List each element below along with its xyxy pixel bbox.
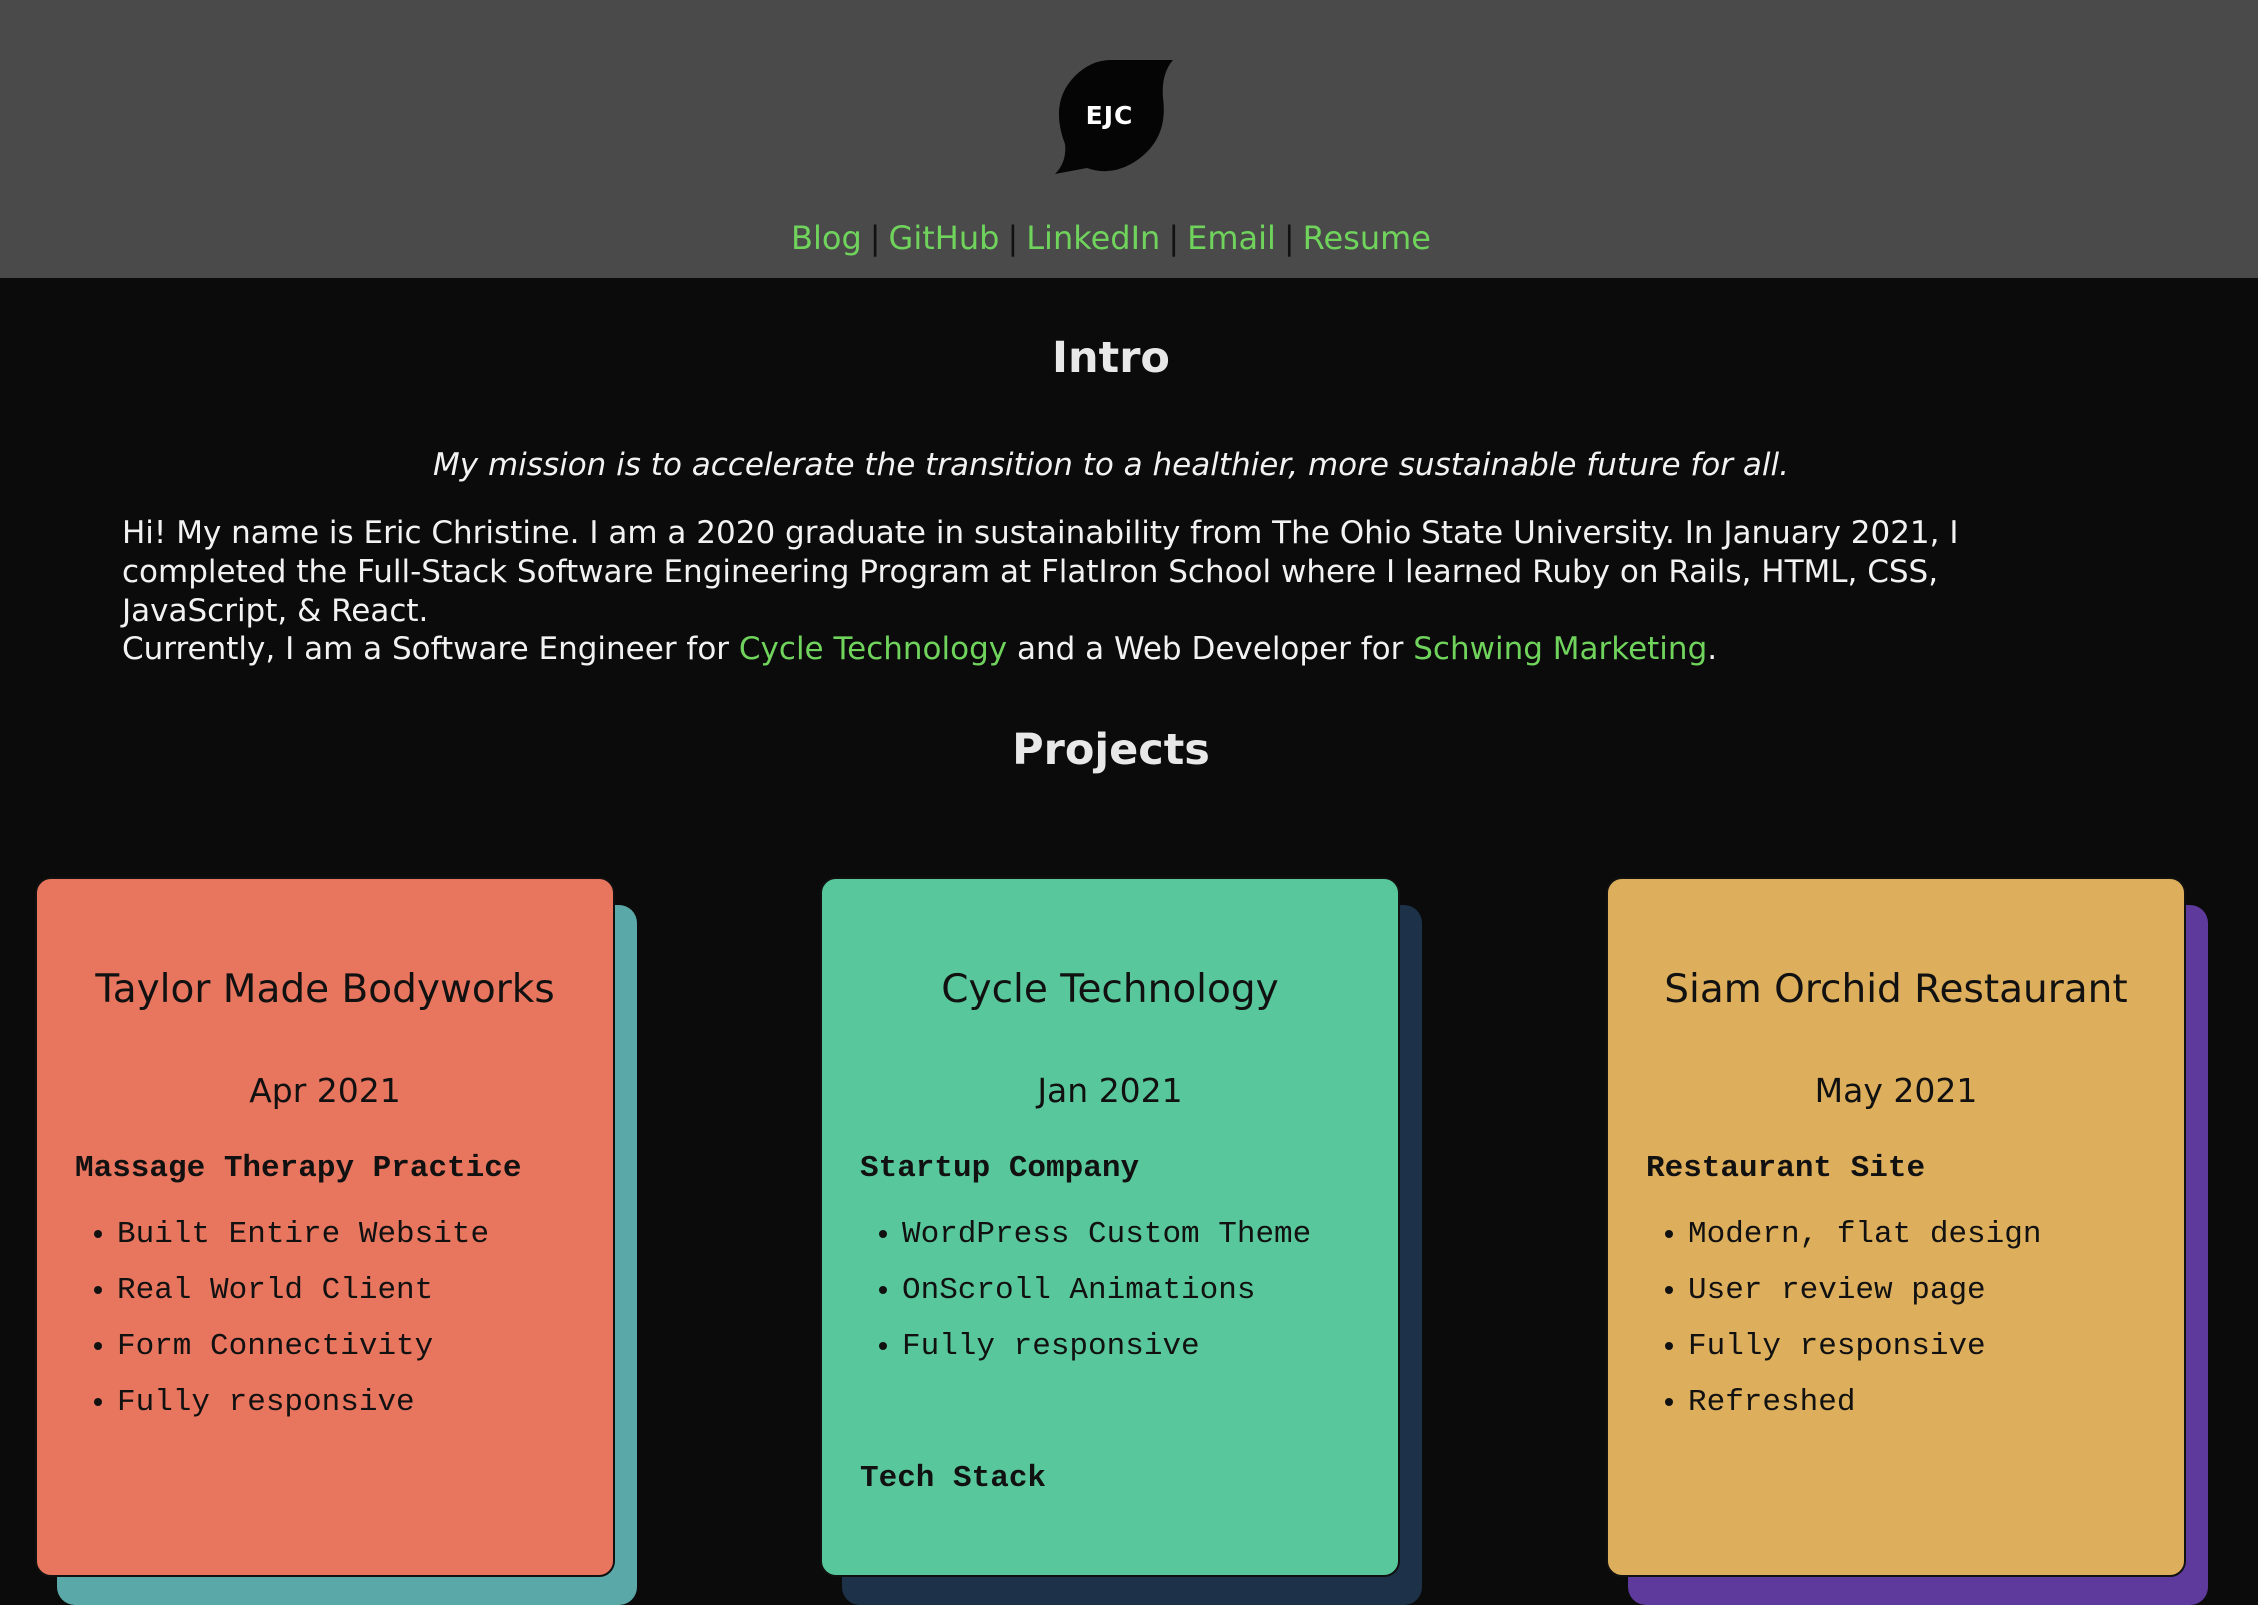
nav-link-blog[interactable]: Blog — [791, 219, 862, 257]
project-bullets: Built Entire Website Real World Client F… — [75, 1207, 489, 1431]
project-card-cycle-technology[interactable]: Cycle Technology Jan 2021 Startup Compan… — [820, 877, 1422, 1605]
project-date: May 2021 — [1814, 1071, 1978, 1110]
project-bullet: Fully responsive — [902, 1319, 1311, 1375]
nav-link-email[interactable]: Email — [1187, 219, 1276, 257]
project-bullet: Fully responsive — [117, 1375, 489, 1431]
project-title: Siam Orchid Restaurant — [1664, 967, 2128, 1012]
nav-separator: | — [1283, 219, 1295, 257]
current-roles-middle: and a Web Developer for — [1007, 631, 1414, 667]
project-bullet: Real World Client — [117, 1263, 489, 1319]
project-subtitle: Startup Company — [860, 1151, 1140, 1186]
current-roles-suffix: . — [1707, 631, 1718, 667]
project-bullet: Fully responsive — [1688, 1319, 2041, 1375]
project-title: Cycle Technology — [941, 967, 1279, 1012]
project-bullet: Refreshed — [1688, 1375, 2041, 1431]
site-header: EJC Blog | GitHub | LinkedIn | Email | Resume — [0, 0, 2258, 278]
nav-link-linkedin[interactable]: LinkedIn — [1026, 219, 1160, 257]
project-subtitle: Massage Therapy Practice — [75, 1151, 522, 1186]
card-face: Cycle Technology Jan 2021 Startup Compan… — [820, 877, 1400, 1577]
nav-link-github[interactable]: GitHub — [889, 219, 1000, 257]
intro-paragraph: Hi! My name is Eric Christine. I am a 20… — [122, 515, 1959, 629]
project-bullet: User review page — [1688, 1263, 2041, 1319]
project-date: Jan 2021 — [1037, 1071, 1183, 1110]
nav-link-resume[interactable]: Resume — [1303, 219, 1431, 257]
project-subtitle: Restaurant Site — [1646, 1151, 1926, 1186]
nav-separator: | — [869, 219, 881, 257]
schwing-marketing-link[interactable]: Schwing Marketing — [1413, 631, 1707, 667]
project-card-taylor-made[interactable]: Taylor Made Bodyworks Apr 2021 Massage T… — [35, 877, 637, 1605]
tech-stack-heading: Tech Stack — [860, 1461, 1047, 1496]
cycle-technology-link[interactable]: Cycle Technology — [739, 631, 1007, 667]
current-roles-paragraph: Currently, I am a Software Engineer for … — [122, 630, 2102, 669]
project-bullet: Form Connectivity — [117, 1319, 489, 1375]
project-card-siam-orchid[interactable]: Siam Orchid Restaurant May 2021 Restaura… — [1606, 877, 2208, 1605]
project-bullet: Built Entire Website — [117, 1207, 489, 1263]
project-title: Taylor Made Bodyworks — [95, 967, 555, 1012]
intro-title: Intro — [1052, 333, 1170, 383]
project-date: Apr 2021 — [249, 1071, 401, 1110]
project-bullets: Modern, flat design User review page Ful… — [1646, 1207, 2041, 1431]
card-face: Taylor Made Bodyworks Apr 2021 Massage T… — [35, 877, 615, 1577]
nav-links: Blog | GitHub | LinkedIn | Email | Resume — [0, 216, 2222, 260]
project-bullet: WordPress Custom Theme — [902, 1207, 1311, 1263]
project-bullets: WordPress Custom Theme OnScroll Animatio… — [860, 1207, 1311, 1375]
nav-separator: | — [1007, 219, 1019, 257]
projects-title: Projects — [1012, 725, 1210, 775]
project-bullet: OnScroll Animations — [902, 1263, 1311, 1319]
nav-separator: | — [1168, 219, 1180, 257]
logo[interactable]: EJC — [1053, 58, 1173, 174]
project-bullet: Modern, flat design — [1688, 1207, 2041, 1263]
logo-text: EJC — [1085, 101, 1134, 130]
mission-statement: My mission is to accelerate the transiti… — [433, 447, 1789, 483]
card-face: Siam Orchid Restaurant May 2021 Restaura… — [1606, 877, 2186, 1577]
current-roles-prefix: Currently, I am a Software Engineer for — [122, 631, 739, 667]
